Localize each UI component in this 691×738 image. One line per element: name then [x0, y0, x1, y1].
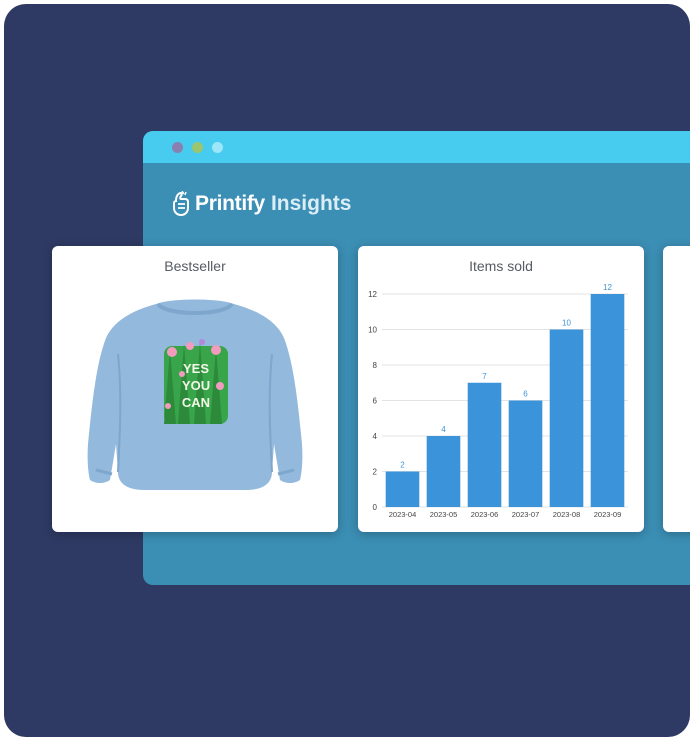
print-word-2: YOU	[182, 378, 210, 393]
bestseller-card[interactable]: Bestseller YES YOU CAN	[52, 246, 338, 532]
brand-header: Printify Insights	[171, 188, 351, 220]
y-tick-label: 0	[373, 503, 378, 512]
chart-bar	[508, 400, 543, 507]
window-minimize-dot[interactable]	[192, 142, 203, 153]
window-close-dot[interactable]	[172, 142, 183, 153]
x-tick-label: 2023-06	[471, 510, 499, 519]
bestseller-product-image[interactable]: YES YOU CAN	[86, 294, 304, 494]
print-word-1: YES	[183, 361, 209, 376]
print-word-3: CAN	[182, 395, 210, 410]
items-sold-card: Items sold 0 2 4 6 8 10 12 2 2023-04 4 2023-05 7 202…	[358, 246, 644, 532]
y-tick-label: 2	[373, 468, 378, 477]
app-frame: Printify Insights Bestseller YES YOU CAN…	[4, 4, 690, 737]
bar-data-label: 10	[562, 319, 571, 328]
x-tick-label: 2023-05	[430, 510, 458, 519]
chart-bar	[385, 471, 420, 507]
items-sold-title: Items sold	[469, 258, 533, 274]
x-tick-label: 2023-04	[389, 510, 417, 519]
bar-data-label: 12	[603, 283, 612, 292]
chart-bar	[549, 329, 584, 507]
brand-name: Printify	[195, 192, 265, 215]
bar-data-label: 4	[441, 425, 446, 434]
bar-data-label: 6	[523, 390, 528, 399]
items-sold-chart: 0 2 4 6 8 10 12 2 2023-04 4 2023-05 7 2023-06 6 2023-0…	[368, 283, 628, 519]
y-tick-label: 6	[373, 397, 378, 406]
y-tick-label: 8	[373, 361, 378, 370]
y-tick-label: 12	[368, 290, 377, 299]
y-tick-label: 4	[373, 432, 378, 441]
next-card-partial[interactable]	[663, 246, 690, 532]
bar-data-label: 7	[482, 372, 487, 381]
bar-data-label: 2	[400, 461, 405, 470]
printify-logo-icon	[173, 191, 189, 217]
x-tick-label: 2023-08	[553, 510, 581, 519]
brand-suffix: Insights	[270, 192, 352, 215]
bestseller-title: Bestseller	[164, 258, 226, 274]
chart-bar	[590, 294, 625, 507]
chart-bar	[467, 382, 502, 507]
window-maximize-dot[interactable]	[212, 142, 223, 153]
x-tick-label: 2023-07	[512, 510, 540, 519]
chart-bar	[426, 436, 461, 507]
x-tick-label: 2023-09	[594, 510, 622, 519]
y-tick-label: 10	[368, 326, 377, 335]
window-titlebar	[143, 131, 690, 163]
